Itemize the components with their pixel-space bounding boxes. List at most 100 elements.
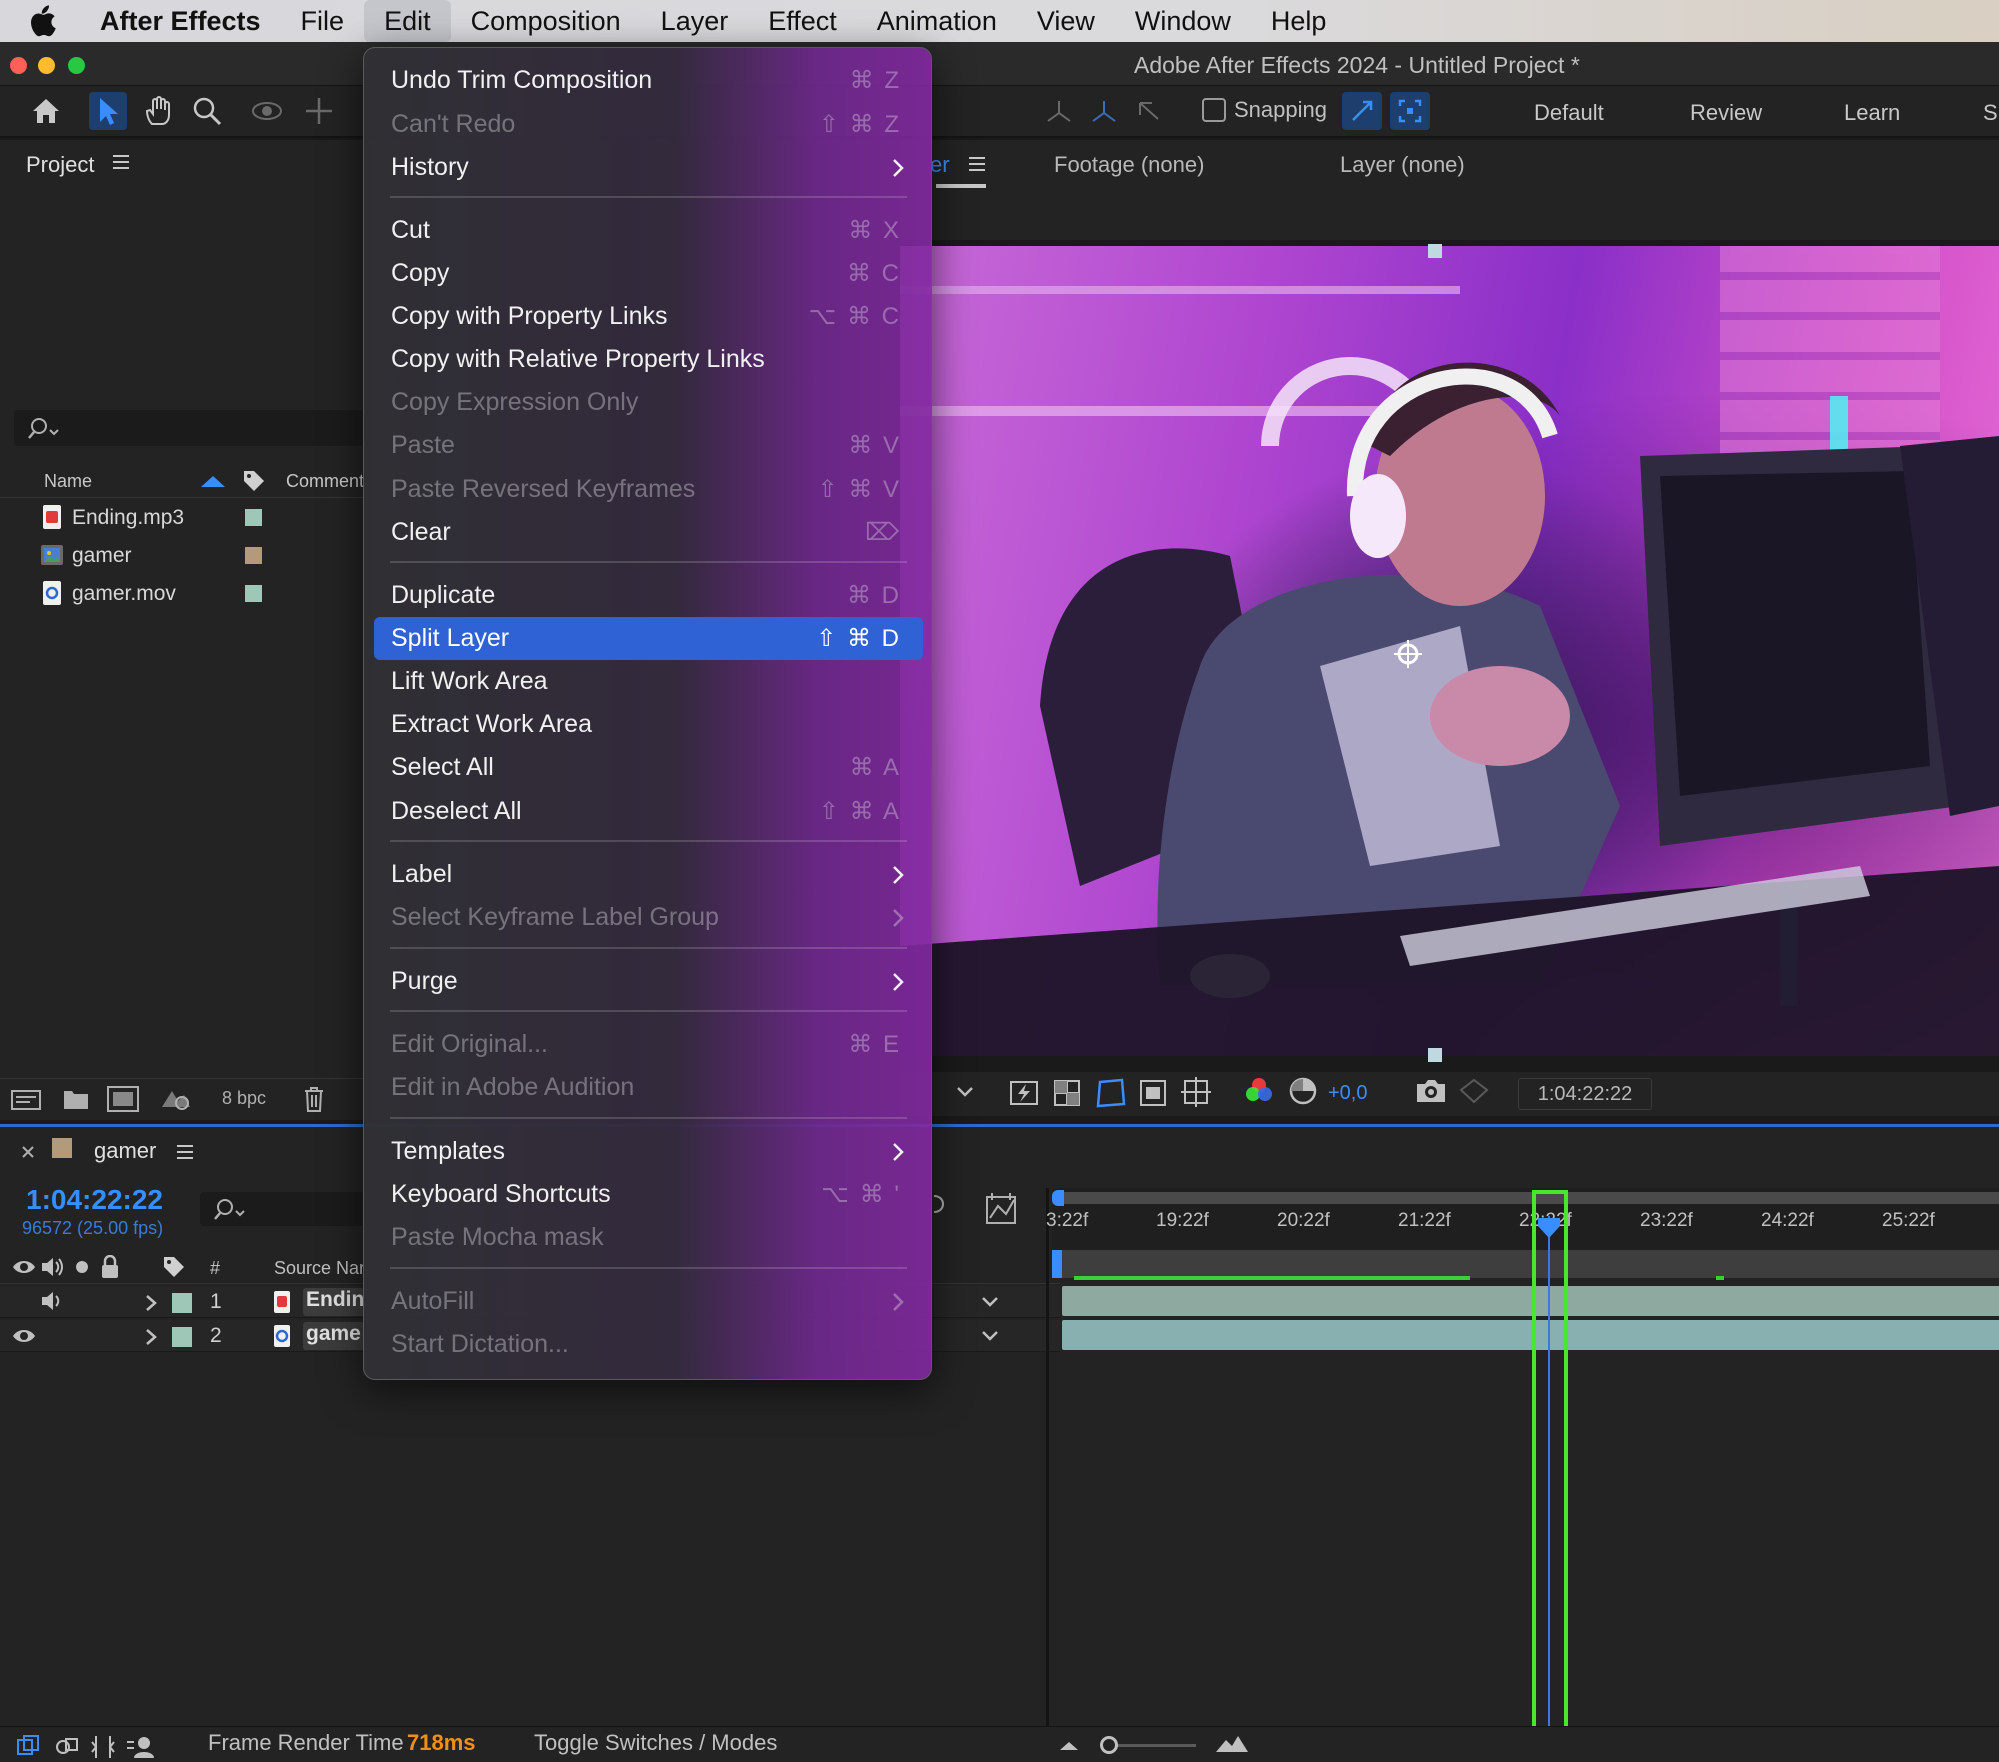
zoom-in-icon[interactable] — [1214, 1732, 1250, 1756]
menu-item-copy-property-links[interactable]: Copy with Property Links ⌥ ⌘ C — [374, 295, 923, 338]
resize-handle-top[interactable] — [1428, 244, 1442, 258]
axis-local-icon[interactable] — [1040, 92, 1078, 130]
new-folder-icon[interactable] — [62, 1087, 90, 1111]
snapshot-camera-icon[interactable] — [1414, 1076, 1448, 1106]
layer-switches-icon[interactable] — [16, 1734, 42, 1760]
hand-tool-icon[interactable] — [139, 92, 177, 130]
menu-item-keyboard-shortcuts[interactable]: Keyboard Shortcuts ⌥ ⌘ ' — [374, 1173, 923, 1216]
in-out-icon[interactable] — [90, 1734, 116, 1760]
workspace-learn[interactable]: Learn — [1844, 100, 1900, 126]
timeline-comp-tab[interactable]: gamer — [94, 1138, 156, 1164]
menu-item-split-layer[interactable]: Split Layer ⇧ ⌘ D — [374, 617, 923, 660]
timeline-divider[interactable] — [1046, 1188, 1049, 1726]
column-comment[interactable]: Comment — [286, 471, 364, 492]
zoom-slider-thumb[interactable] — [1100, 1736, 1118, 1754]
panel-menu-icon[interactable] — [176, 1144, 194, 1165]
menu-view[interactable]: View — [1017, 0, 1115, 42]
transfer-controls-icon[interactable] — [54, 1734, 80, 1760]
show-snapshot-icon[interactable] — [1458, 1076, 1490, 1106]
label-tag-icon[interactable] — [162, 1255, 186, 1279]
rgb-channels-icon[interactable] — [1244, 1076, 1274, 1108]
chevron-down-icon[interactable] — [980, 1328, 1000, 1344]
label-tag-icon[interactable] — [242, 469, 266, 493]
video-visibility-icon[interactable] — [12, 1327, 36, 1345]
menu-item-purge[interactable]: Purge — [374, 960, 923, 1003]
grid-guides-icon[interactable] — [1180, 1076, 1212, 1108]
menu-help[interactable]: Help — [1251, 0, 1347, 42]
project-item-gamer-mov[interactable]: gamer.mov — [0, 576, 364, 612]
interpret-footage-icon[interactable] — [10, 1087, 42, 1113]
snap-edges-icon[interactable] — [1342, 92, 1382, 130]
menu-item-select-all[interactable]: Select All ⌘ A — [374, 746, 923, 789]
panel-menu-icon[interactable] — [968, 156, 986, 177]
bit-depth-button[interactable]: 8 bpc — [222, 1088, 266, 1109]
layer-label-swatch[interactable] — [172, 1293, 192, 1313]
audio-icon[interactable] — [40, 1256, 64, 1278]
audio-icon[interactable] — [40, 1290, 64, 1312]
work-area-start-handle[interactable] — [1052, 1250, 1062, 1278]
menu-file[interactable]: File — [281, 0, 365, 42]
menu-layer[interactable]: Layer — [641, 0, 749, 42]
snapping-toggle[interactable]: Snapping — [1202, 97, 1327, 123]
menu-composition[interactable]: Composition — [451, 0, 641, 42]
composition-preview[interactable] — [900, 246, 1999, 1056]
project-item-ending-mp3[interactable]: Ending.mp3 — [0, 500, 364, 536]
layer-bar-ending[interactable] — [1062, 1286, 1999, 1316]
label-color-swatch[interactable] — [245, 509, 262, 526]
workspace-review[interactable]: Review — [1690, 100, 1762, 126]
menu-item-clear[interactable]: Clear ⌦ — [374, 511, 923, 554]
zoom-tool-icon[interactable] — [188, 92, 226, 130]
menu-edit[interactable]: Edit — [364, 0, 451, 42]
menu-item-extract-work-area[interactable]: Extract Work Area — [374, 703, 923, 746]
sort-ascending-icon[interactable] — [200, 474, 226, 488]
layer-tab[interactable]: Layer (none) — [1340, 152, 1465, 178]
fast-preview-icon[interactable] — [1008, 1078, 1040, 1108]
workspace-more[interactable]: Sr — [1983, 100, 1999, 126]
timeline-search-input[interactable] — [200, 1192, 364, 1226]
region-of-interest-icon[interactable] — [1138, 1078, 1168, 1108]
apple-icon[interactable] — [28, 0, 80, 42]
layer-bar-gamer[interactable] — [1062, 1320, 1999, 1350]
close-window-button[interactable] — [10, 57, 27, 74]
trash-icon[interactable] — [302, 1085, 326, 1113]
label-color-swatch[interactable] — [245, 585, 262, 602]
viewer-current-time[interactable]: 1:04:22:22 — [1518, 1078, 1652, 1110]
workspace-default[interactable]: Default — [1534, 100, 1604, 126]
menu-app-name[interactable]: After Effects — [80, 0, 281, 42]
graph-editor-icon[interactable] — [984, 1192, 1018, 1226]
zoom-window-button[interactable] — [68, 57, 85, 74]
solo-icon[interactable] — [74, 1259, 90, 1275]
minimize-window-button[interactable] — [38, 57, 55, 74]
home-icon[interactable] — [27, 92, 65, 130]
orbit-camera-icon[interactable] — [248, 92, 286, 130]
menu-item-duplicate[interactable]: Duplicate ⌘ D — [374, 574, 923, 617]
chevron-right-icon[interactable] — [144, 1294, 158, 1312]
snap-features-icon[interactable] — [1390, 92, 1430, 130]
time-navigator[interactable] — [1060, 1192, 1999, 1204]
project-panel-title[interactable]: Project — [26, 152, 94, 178]
chevron-right-icon[interactable] — [144, 1328, 158, 1346]
project-settings-icon[interactable] — [158, 1085, 194, 1113]
project-item-gamer[interactable]: gamer — [0, 538, 364, 574]
navigator-start-handle[interactable] — [1052, 1190, 1064, 1206]
menu-window[interactable]: Window — [1115, 0, 1251, 42]
menu-item-copy-relative-property-links[interactable]: Copy with Relative Property Links — [374, 338, 923, 381]
lock-icon[interactable] — [100, 1255, 120, 1279]
column-name[interactable]: Name — [44, 471, 92, 492]
menu-animation[interactable]: Animation — [857, 0, 1017, 42]
toggle-switches-modes-button[interactable]: Toggle Switches / Modes — [534, 1730, 777, 1756]
menu-item-cut[interactable]: Cut ⌘ X — [374, 209, 923, 252]
resize-handle-bottom[interactable] — [1428, 1048, 1442, 1062]
work-area-bar[interactable] — [1052, 1250, 1999, 1280]
menu-item-lift-work-area[interactable]: Lift Work Area — [374, 660, 923, 703]
chevron-down-icon[interactable] — [980, 1294, 1000, 1310]
axis-view-icon[interactable] — [1130, 92, 1168, 130]
exposure-value[interactable]: +0,0 — [1328, 1082, 1367, 1105]
graph-editor-partial-icon[interactable] — [932, 1192, 952, 1222]
composition-tab[interactable]: er — [930, 152, 950, 178]
label-color-swatch[interactable] — [245, 547, 262, 564]
mask-path-visibility-icon[interactable] — [1094, 1076, 1128, 1110]
menu-item-templates[interactable]: Templates — [374, 1130, 923, 1173]
menu-item-deselect-all[interactable]: Deselect All ⇧ ⌘ A — [374, 790, 923, 833]
reset-exposure-icon[interactable] — [1288, 1076, 1318, 1106]
